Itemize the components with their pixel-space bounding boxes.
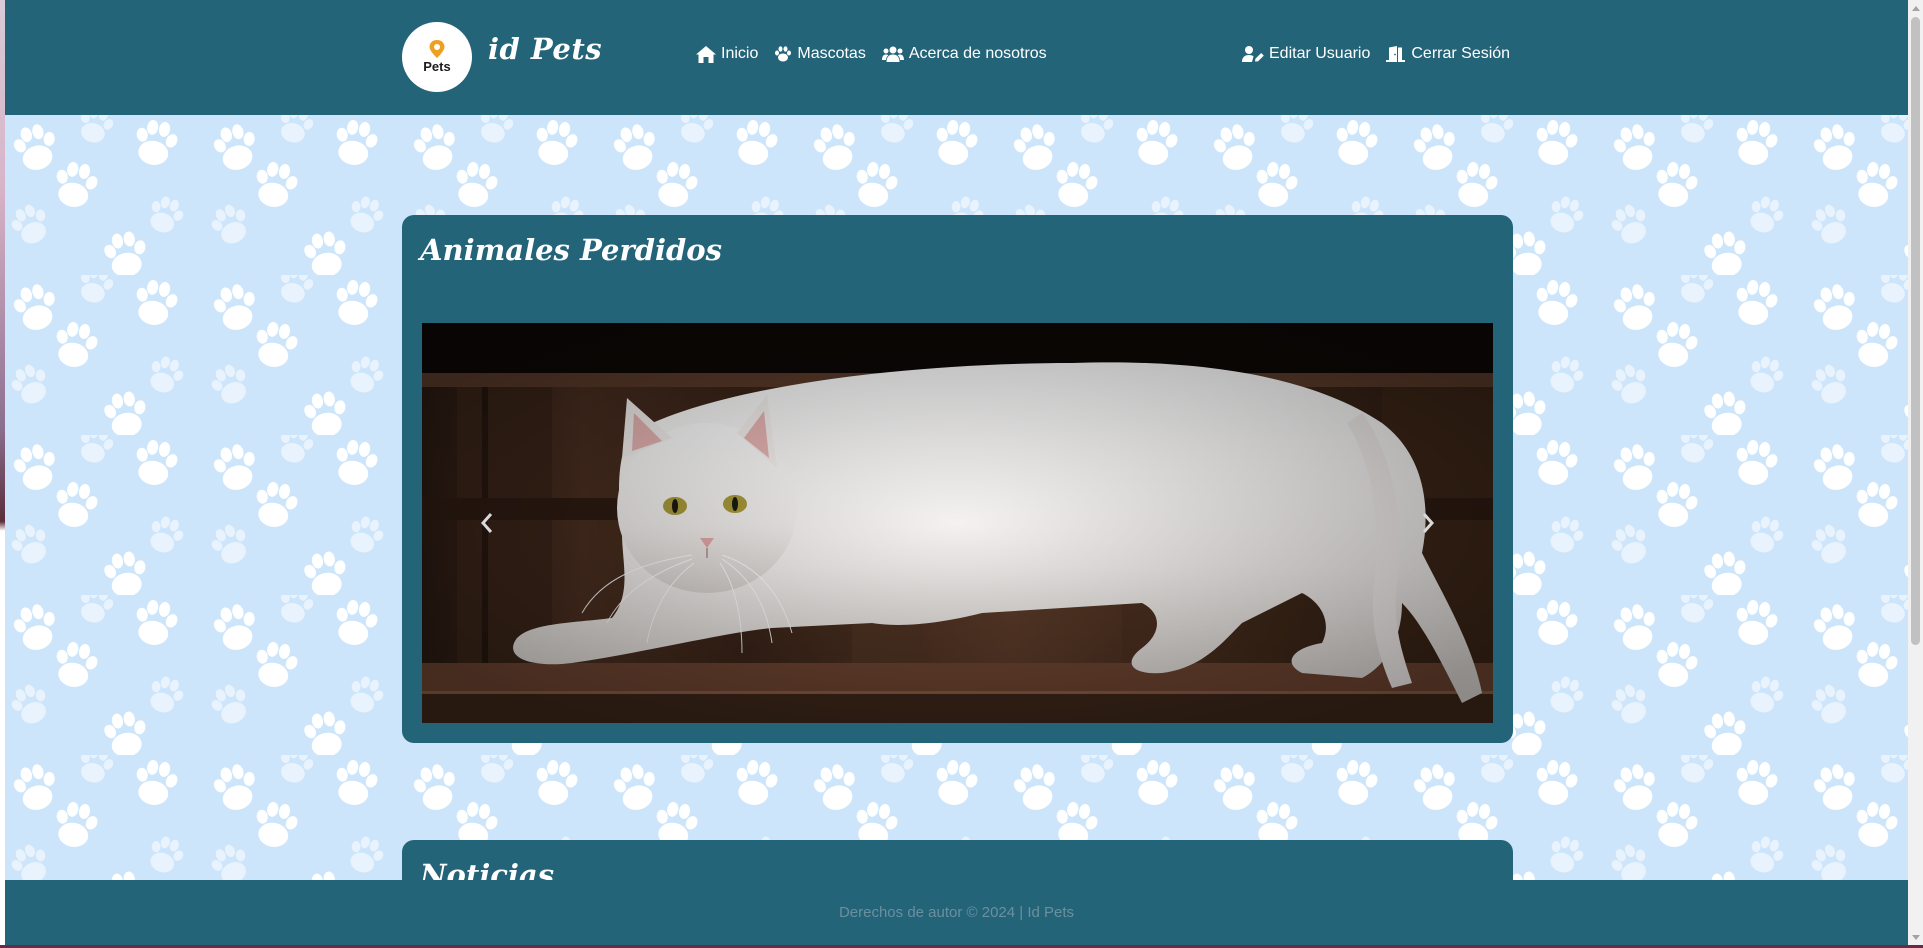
users-icon <box>881 46 904 62</box>
scrollbar-thumb[interactable] <box>1911 17 1920 645</box>
logo-text: Pets <box>423 59 451 74</box>
nav-acerca[interactable]: Acerca de nosotros <box>881 45 1047 63</box>
scroll-down-arrow-icon[interactable] <box>1908 930 1923 945</box>
footer-copyright: Derechos de autor © 2024 | Id Pets <box>838 904 1075 921</box>
carousel-prev-button[interactable] <box>422 323 552 723</box>
browser-viewport: Pets id Pets Inicio Mascotas Acerca de n… <box>5 0 1908 945</box>
home-icon <box>696 45 716 63</box>
nav-inicio[interactable]: Inicio <box>696 45 758 63</box>
site-logo[interactable]: Pets <box>402 22 472 92</box>
page-footer: Derechos de autor © 2024 | Id Pets <box>5 880 1908 945</box>
nav-cerrar-sesion-label: Cerrar Sesión <box>1411 45 1511 62</box>
lost-animals-section: Animales Perdidos <box>402 215 1513 743</box>
carousel-next-button[interactable] <box>1363 323 1493 723</box>
nav-acerca-label: Acerca de nosotros <box>908 45 1047 62</box>
main-nav: Inicio Mascotas Acerca de nosotros <box>696 45 1047 63</box>
door-open-icon <box>1386 46 1406 62</box>
nav-editar-usuario-label: Editar Usuario <box>1269 45 1371 62</box>
user-edit-icon <box>1242 46 1264 62</box>
location-pin-icon <box>429 40 445 58</box>
nav-mascotas-label: Mascotas <box>797 45 866 62</box>
nav-mascotas[interactable]: Mascotas <box>774 45 866 63</box>
nav-editar-usuario[interactable]: Editar Usuario <box>1242 45 1370 63</box>
lost-animals-carousel <box>422 323 1493 723</box>
user-nav: Editar Usuario Cerrar Sesión <box>1242 45 1510 63</box>
lost-animals-title: Animales Perdidos <box>420 233 722 267</box>
scroll-up-arrow-icon[interactable] <box>1908 0 1923 15</box>
carousel-cat-image <box>422 323 1493 723</box>
paw-icon <box>775 46 792 62</box>
chevron-right-icon <box>1422 513 1435 533</box>
nav-inicio-label: Inicio <box>721 45 759 62</box>
vertical-scrollbar[interactable] <box>1908 0 1923 945</box>
top-navbar: Pets id Pets Inicio Mascotas Acerca de n… <box>5 0 1908 115</box>
brand-name[interactable]: id Pets <box>488 32 602 66</box>
nav-cerrar-sesion[interactable]: Cerrar Sesión <box>1386 45 1510 63</box>
chevron-left-icon <box>480 513 493 533</box>
